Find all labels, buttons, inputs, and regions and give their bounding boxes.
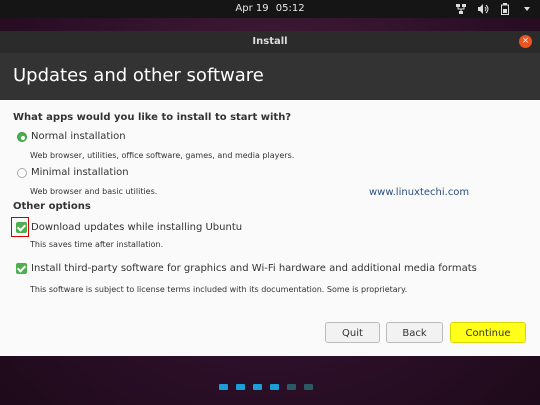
minimal-installation-label: Minimal installation bbox=[31, 167, 129, 178]
third-party-desc: This software is subject to license term… bbox=[30, 285, 408, 294]
highlight-box bbox=[11, 217, 29, 237]
main-content: What apps would you like to install to s… bbox=[0, 100, 540, 356]
download-updates-desc: This saves time after installation. bbox=[30, 240, 164, 249]
volume-icon[interactable] bbox=[476, 2, 490, 16]
page-title: Updates and other software bbox=[13, 65, 264, 86]
top-bar: Apr 19 05:12 bbox=[0, 0, 540, 18]
third-party-label: Install third-party software for graphic… bbox=[31, 263, 477, 274]
normal-installation-label: Normal installation bbox=[31, 131, 126, 142]
progress-dots bbox=[219, 384, 313, 390]
normal-installation-option[interactable]: Normal installation bbox=[17, 131, 126, 142]
radio-normal[interactable] bbox=[17, 131, 27, 142]
progress-dot bbox=[270, 384, 279, 390]
download-updates-label: Download updates while installing Ubuntu bbox=[31, 222, 243, 233]
continue-button[interactable]: Continue bbox=[450, 322, 526, 343]
window-title: Install bbox=[252, 36, 288, 47]
battery-icon[interactable] bbox=[498, 2, 512, 16]
quit-button[interactable]: Quit bbox=[325, 322, 380, 343]
progress-dot bbox=[236, 384, 245, 390]
radio-minimal[interactable] bbox=[17, 167, 27, 178]
progress-dot bbox=[287, 384, 296, 390]
other-options-heading: Other options bbox=[13, 201, 91, 212]
close-button[interactable]: × bbox=[519, 35, 532, 48]
title-bar[interactable]: Install × bbox=[0, 31, 540, 53]
page-header: Updates and other software bbox=[0, 53, 540, 100]
menu-caret-icon[interactable] bbox=[520, 2, 534, 16]
progress-dot bbox=[253, 384, 262, 390]
checkbox-third-party[interactable] bbox=[16, 263, 27, 274]
third-party-option[interactable]: Install third-party software for graphic… bbox=[16, 263, 477, 274]
back-button[interactable]: Back bbox=[386, 322, 443, 343]
time-label: 05:12 bbox=[275, 3, 305, 14]
date-label: Apr 19 bbox=[235, 3, 269, 14]
minimal-installation-option[interactable]: Minimal installation bbox=[17, 167, 129, 178]
progress-dot bbox=[219, 384, 228, 390]
progress-dot bbox=[304, 384, 313, 390]
download-updates-option[interactable]: Download updates while installing Ubuntu bbox=[16, 222, 242, 233]
install-question: What apps would you like to install to s… bbox=[13, 112, 292, 123]
installer-window: Install × Updates and other software Wha… bbox=[0, 31, 540, 356]
watermark-text: www.linuxtechi.com bbox=[369, 187, 470, 198]
normal-installation-desc: Web browser, utilities, office software,… bbox=[30, 151, 295, 160]
minimal-installation-desc: Web browser and basic utilities. bbox=[30, 187, 158, 196]
system-tray[interactable] bbox=[454, 2, 534, 16]
network-icon[interactable] bbox=[454, 2, 468, 16]
